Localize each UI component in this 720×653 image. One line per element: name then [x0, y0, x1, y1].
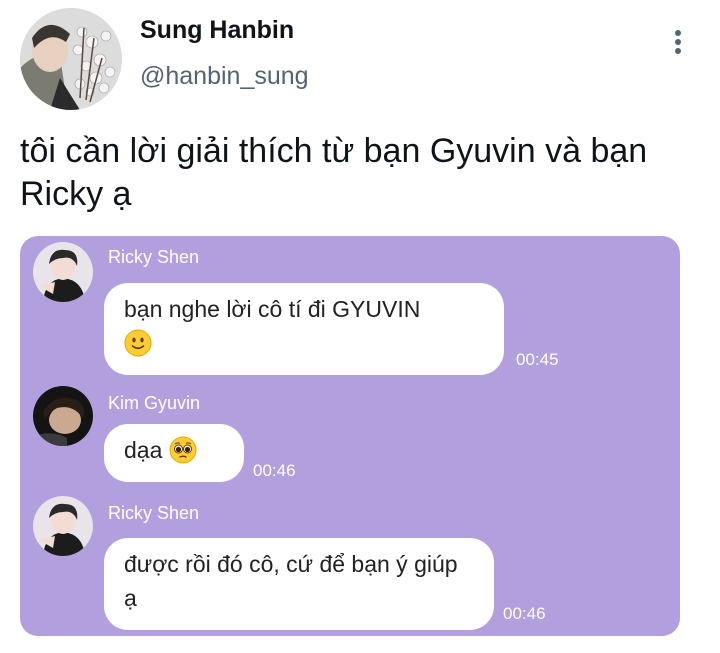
- chat-message-bubble: dạa: [104, 424, 244, 482]
- chat-message-time: 00:45: [516, 350, 559, 369]
- more-options-icon[interactable]: [666, 28, 690, 56]
- slightly-smiling-face-emoji: [124, 329, 152, 357]
- pleading-face-emoji: [169, 436, 197, 464]
- chat-message-text: bạn nghe lời cô tí đi GYUVIN: [124, 296, 421, 322]
- chat-sender-name: Kim Gyuvin: [108, 393, 201, 413]
- chat-message-bubble: được rồi đó cô, cứ để bạn ý giúp ạ: [104, 538, 494, 630]
- chat-message-time: 00:46: [253, 461, 296, 480]
- chat-avatar-ricky-shen: [33, 242, 93, 302]
- chat-message-text: được rồi đó cô, cứ để bạn ý giúp ạ: [124, 551, 458, 611]
- chat-avatar-ricky-shen: [33, 496, 93, 556]
- tweet-text: tôi cần lời giải thích từ bạn Gyuvin và …: [20, 132, 648, 213]
- chat-sender-name: Ricky Shen: [108, 247, 200, 267]
- tweet-media-chat-screenshot[interactable]: Ricky Shen bạn nghe lời cô tí đi GYUVIN …: [20, 236, 680, 636]
- chat-message-time: 00:46: [503, 604, 546, 623]
- display-name[interactable]: Sung Hanbin: [140, 16, 294, 45]
- profile-avatar[interactable]: [20, 8, 122, 110]
- chat-message-bubble: bạn nghe lời cô tí đi GYUVIN: [104, 283, 504, 375]
- chat-sender-name: Ricky Shen: [108, 503, 200, 523]
- chat-avatar-kim-gyuvin: [33, 386, 93, 446]
- chat-message-text: dạa: [124, 437, 163, 463]
- user-handle[interactable]: @hanbin_sung: [140, 62, 309, 91]
